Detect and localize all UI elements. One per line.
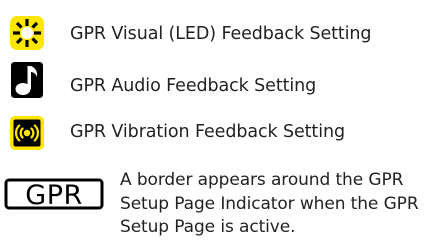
visual-feedback-row: GPR Visual (LED) Feedback Setting [0,16,436,52]
vibration-feedback-row: GPR Vibration Feedback Setting [0,116,436,152]
led-icon [10,16,44,50]
audio-feedback-label: GPR Audio Feedback Setting [70,76,317,96]
audio-feedback-row: GPR Audio Feedback Setting [0,62,436,102]
visual-feedback-label: GPR Visual (LED) Feedback Setting [70,24,372,44]
gpr-indicator-text: GPR [25,180,82,210]
vibration-icon [10,116,44,150]
gpr-setup-page-indicator: GPR [4,178,104,210]
vibration-feedback-label: GPR Vibration Feedback Setting [70,122,345,142]
music-note-icon [10,60,44,98]
gpr-indicator-description: A border appears around the GPR Setup Pa… [120,170,419,237]
